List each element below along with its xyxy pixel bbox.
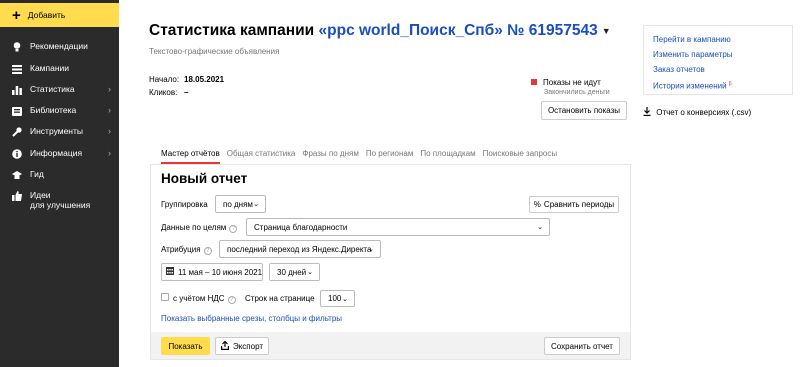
campaign-status: Показы не идут Закончились деньги <box>531 78 610 96</box>
status-indicator <box>531 79 537 85</box>
rows-per-page-label: Строк на странице <box>245 294 315 303</box>
sidebar-item-statistics[interactable]: Статистика › <box>0 84 119 95</box>
history-link[interactable]: История изменений β <box>653 77 783 94</box>
attribution-label: Атрибуция? <box>161 245 212 255</box>
goals-label: Данные по целям? <box>161 223 238 233</box>
period-select[interactable]: 30 дней ⌄ <box>269 263 320 281</box>
sidebar-item-info[interactable]: Информация › <box>0 148 119 159</box>
tab-general-stats[interactable]: Общая статистика <box>227 149 296 158</box>
report-title: Новый отчет <box>161 171 248 186</box>
divider <box>150 164 631 165</box>
go-to-campaign-link[interactable]: Перейти в кампанию <box>653 32 783 47</box>
sidebar-item-campaigns[interactable]: Кампании <box>0 63 119 74</box>
page-title: Статистика кампании «ppc world_Поиск_Спб… <box>149 22 611 39</box>
sidebar-item-label: Кампании <box>30 63 70 73</box>
grouping-select[interactable]: по дням ⌄ <box>215 195 266 213</box>
percent-icon: % <box>533 200 541 209</box>
vat-checkbox[interactable] <box>161 293 169 301</box>
bar-chart-icon <box>12 85 22 95</box>
sidebar-item-tools[interactable]: Инструменты › <box>0 126 119 137</box>
folder-icon <box>12 106 22 116</box>
sidebar-item-recommendations[interactable]: Рекомендации <box>0 41 119 52</box>
wrench-icon <box>12 127 22 137</box>
info-icon <box>12 149 22 159</box>
tab-by-placement[interactable]: По площадкам <box>420 149 475 158</box>
help-icon[interactable]: ? <box>229 225 238 233</box>
compare-periods-button[interactable]: % Сравнить периоды <box>529 196 619 213</box>
thumbs-up-icon <box>12 191 22 201</box>
sidebar-item-library[interactable]: Библиотека › <box>0 105 119 116</box>
chevron-down-icon: ⌄ <box>307 269 313 276</box>
sidebar-item-ideas[interactable]: Идеи для улучшения <box>0 190 119 210</box>
lightbulb-icon <box>12 42 22 52</box>
chevron-down-icon: ⌄ <box>342 295 348 303</box>
sidebar-item-label: Статистика <box>30 84 75 94</box>
rows-per-page-select[interactable]: 100 ⌄ <box>320 290 355 307</box>
tab-search-queries[interactable]: Поисковые запросы <box>483 149 557 158</box>
campaign-name-link[interactable]: «ppc world_Поиск_Спб» № 61957543 <box>319 22 598 39</box>
list-icon <box>12 64 22 74</box>
chevron-right-icon: › <box>108 105 111 115</box>
beta-badge: β <box>728 81 732 87</box>
chevron-right-icon: › <box>108 84 111 94</box>
report-panel <box>150 164 631 360</box>
tab-phrases-by-day[interactable]: Фразы по дням <box>302 149 358 158</box>
sidebar-item-label: Идеи для улучшения <box>30 190 91 210</box>
goals-select[interactable]: Страница благодарности ⌄ <box>246 218 550 236</box>
sidebar: + Добавить Рекомендации Кампании Статист… <box>0 0 119 367</box>
export-button[interactable]: Экспорт <box>215 337 269 355</box>
date-range-picker[interactable]: 11 мая – 10 июня 2021 <box>161 263 263 281</box>
change-params-link[interactable]: Изменить параметры <box>653 47 783 62</box>
help-icon[interactable]: ? <box>227 296 236 304</box>
attribution-select[interactable]: последний переход из Яндекс.Директа ⌄ <box>219 240 381 258</box>
chevron-down-icon: ⌄ <box>537 224 543 231</box>
conversions-report-link[interactable]: Отчет о конверсиях (.csv) <box>643 107 751 117</box>
sidebar-item-label: Рекомендации <box>30 41 88 51</box>
help-icon[interactable]: ? <box>203 247 212 255</box>
calendar-icon <box>166 267 174 277</box>
plus-icon: + <box>12 6 21 24</box>
campaign-type: Текстово-графические объявления <box>149 47 280 56</box>
add-button-label: Добавить <box>27 10 66 20</box>
order-reports-link[interactable]: Заказ отчетов <box>653 62 783 77</box>
report-tabs: Мастер отчётов Общая статистика Фразы по д… <box>161 149 564 164</box>
sidebar-item-label: Инструменты <box>30 126 84 136</box>
show-filters-link[interactable]: Показать выбранные срезы, столбцы и филь… <box>161 314 342 323</box>
graduation-cap-icon <box>12 170 22 180</box>
show-button[interactable]: Показать <box>161 337 210 355</box>
chevron-down-icon: ⌄ <box>368 246 374 253</box>
export-icon <box>220 340 229 352</box>
start-date: Начало: 18.05.2021 <box>149 75 225 84</box>
sidebar-item-label: Библиотека <box>30 105 77 115</box>
download-icon <box>643 107 656 117</box>
tab-report-wizard[interactable]: Мастер отчётов <box>161 149 220 164</box>
vat-label: с учётом НДС? <box>173 294 236 304</box>
clicks-count: Кликов: – <box>149 88 189 97</box>
stop-impressions-button[interactable]: Остановить показы <box>541 101 627 120</box>
grouping-label: Группировка <box>161 200 208 209</box>
caret-down-icon[interactable]: ▼ <box>602 26 611 36</box>
tab-by-region[interactable]: По регионам <box>366 149 414 158</box>
sidebar-item-label: Гид <box>30 169 44 179</box>
sidebar-item-guide[interactable]: Гид <box>0 169 119 180</box>
save-report-button[interactable]: Сохранить отчет <box>544 337 620 355</box>
chevron-down-icon: ⌄ <box>253 201 259 208</box>
chevron-right-icon: › <box>108 126 111 136</box>
sidebar-item-label: Информация <box>30 148 83 158</box>
chevron-right-icon: › <box>108 148 111 158</box>
add-button[interactable]: + Добавить <box>0 3 119 27</box>
campaign-links: Перейти в кампанию Изменить параметры За… <box>643 25 793 95</box>
